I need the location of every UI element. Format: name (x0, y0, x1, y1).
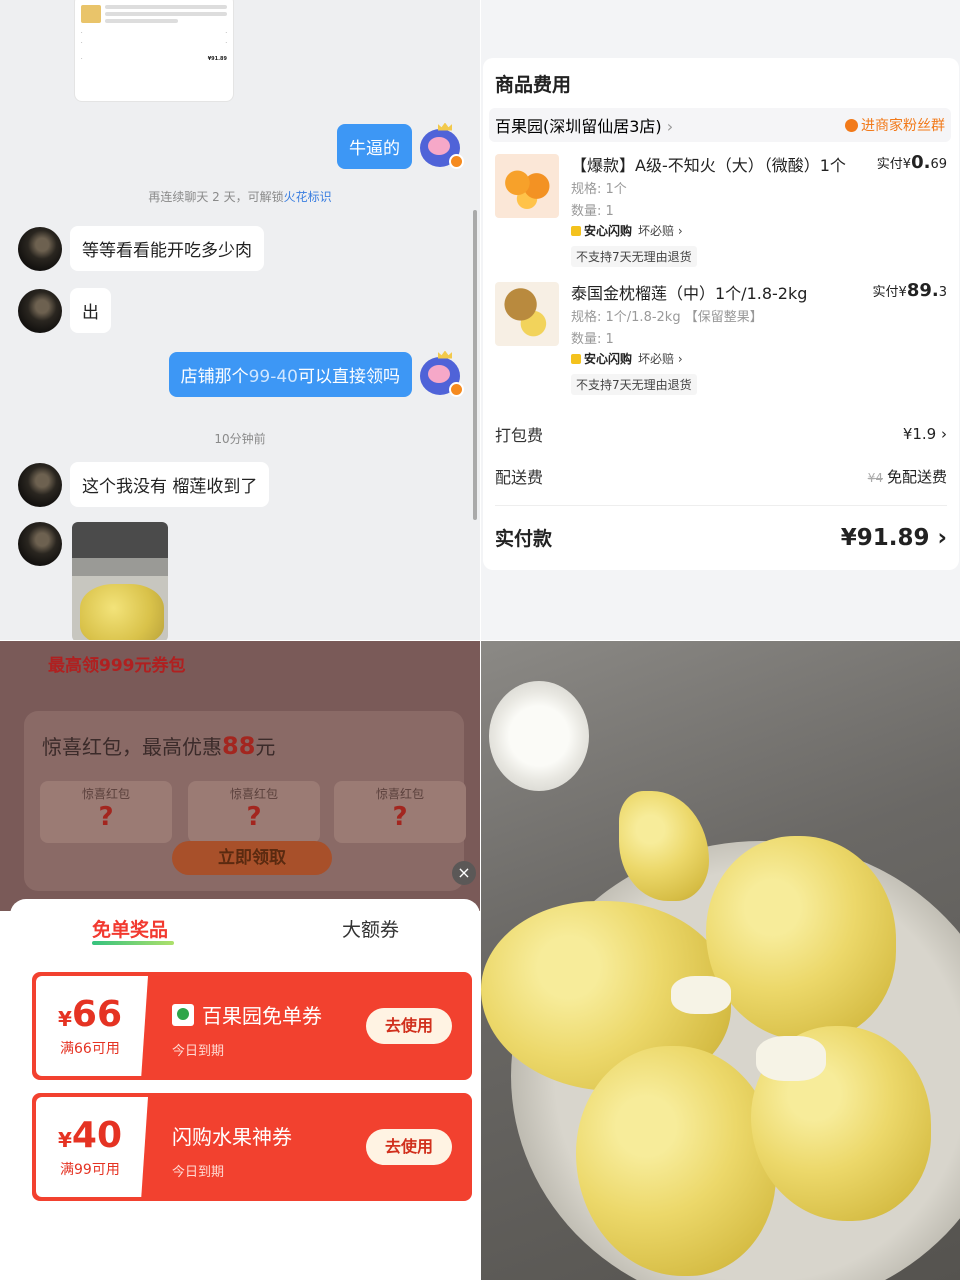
chat-message-right: 店铺那个99-40可以直接领吗 (168, 350, 464, 397)
spark-badge-link[interactable]: 火花标识 (284, 190, 332, 204)
chat-scrollbar[interactable] (473, 210, 477, 520)
divider (495, 505, 947, 506)
friend-avatar[interactable] (18, 522, 62, 566)
product-spec: 规格: 1个 (571, 182, 627, 197)
red-packet-slot[interactable]: 惊喜红包? (334, 781, 466, 843)
chat-message-left: 这个我没有 榴莲收到了 (18, 462, 270, 507)
chat-message-left: 等等看看能开吃多少肉 (18, 226, 264, 271)
section-title: 商品费用 (495, 74, 572, 96)
tab-free-prizes[interactable]: 免单奖品 (92, 915, 168, 942)
product-price: 实付¥0.69 (876, 152, 947, 173)
durian-fiber (671, 976, 731, 1014)
red-packet-title: 惊喜红包，最高优惠88元 (42, 732, 276, 760)
shield-icon (571, 225, 581, 236)
chat-image-durian[interactable] (72, 522, 168, 640)
active-tab-underline (92, 941, 174, 945)
use-coupon-button[interactable]: 去使用 (366, 1008, 452, 1044)
delivery-fee-row: 配送费 ¥4 免配送费 (495, 464, 947, 488)
packing-fee-value: ¥1.9 › (902, 425, 947, 443)
order-fee-panel: 商品费用 百果园(深圳留仙居3店) › 进商家粉丝群 【爆款】A级-不知火（大）… (481, 0, 960, 640)
chat-bubble[interactable]: 牛逼的 (337, 124, 412, 169)
product-image[interactable] (495, 282, 559, 346)
close-icon[interactable]: × (452, 861, 476, 885)
coupon-expiry: 今日到期 (172, 1165, 225, 1180)
bubble-highlight: 99-40 (248, 367, 298, 387)
product-qty: 数量: 1 (571, 332, 614, 347)
coupon-title: 百果园免单券 (172, 1000, 322, 1029)
coupon-sheet (10, 899, 480, 1280)
claim-now-button[interactable]: 立即领取 (172, 841, 332, 875)
product-price: 实付¥89.3 (872, 280, 947, 301)
coupon-condition: 满99可用 (60, 1162, 120, 1178)
delivery-fee-value: ¥4 免配送费 (867, 467, 947, 486)
durian-photo (481, 641, 960, 1280)
chat-bubble[interactable]: 这个我没有 榴莲收到了 (70, 462, 270, 507)
promo-header: 最高领999元券包 (48, 656, 186, 676)
total-row[interactable]: 实付款 ¥91.89 › (495, 524, 947, 551)
chat-panel: · · · · · ¥91.89 牛逼的 再连续聊天 2 天，可解锁火花标识 等等看看… (0, 0, 480, 640)
bubble-text: 可以直接领吗 (298, 367, 400, 387)
coupon-card[interactable]: ¥40 满99可用 闪购水果神券 今日到期 去使用 (32, 1093, 472, 1201)
total-label: 实付款 (495, 528, 553, 550)
use-coupon-button[interactable]: 去使用 (366, 1129, 452, 1165)
store-name[interactable]: 百果园(深圳留仙居3店) › (495, 113, 673, 137)
packing-fee-row[interactable]: 打包费 ¥1.9 › (495, 422, 947, 446)
system-notice-text: 再连续聊天 2 天，可解锁 (148, 190, 284, 204)
coupon-popup-panel: 最高领999元券包 惊喜红包，最高优惠88元 惊喜红包? 惊喜红包? 惊喜红包?… (0, 641, 480, 1280)
friend-avatar[interactable] (18, 226, 62, 271)
coupon-amount: ¥66 (58, 994, 123, 1035)
guarantee-badge[interactable]: 安心闪购 坏必赔 › (571, 350, 683, 367)
no-return-tag: 不支持7天无理由退货 (571, 246, 697, 267)
friend-avatar[interactable] (18, 288, 62, 333)
packing-fee-label: 打包费 (495, 426, 544, 445)
bubble-text: 店铺那个 (180, 367, 249, 387)
coupon-expiry: 今日到期 (172, 1044, 225, 1059)
tab-big-coupons[interactable]: 大额券 (342, 915, 399, 942)
order-item[interactable]: 【爆款】A级-不知火（大）（微酸）1个 实付¥0.69 规格: 1个 数量: 1… (495, 152, 947, 268)
chat-bubble[interactable]: 店铺那个99-40可以直接领吗 (168, 352, 412, 397)
my-avatar[interactable] (420, 122, 464, 169)
mini-receipt-total: ¥91.89 (207, 56, 227, 62)
guarantee-badge[interactable]: 安心闪购 坏必赔 › (571, 222, 683, 239)
total-value: ¥91.89 › (840, 524, 947, 551)
white-bowl (489, 681, 589, 791)
no-return-tag: 不支持7天无理由退货 (571, 374, 697, 395)
coupon-condition: 满66可用 (60, 1041, 120, 1057)
delivery-fee-label: 配送费 (495, 468, 544, 487)
store-bar[interactable]: 百果园(深圳留仙居3店) › 进商家粉丝群 (489, 108, 951, 142)
chat-bubble[interactable]: 出 (70, 288, 111, 333)
timestamp: 10分钟前 (214, 432, 266, 446)
product-name: 泰国金枕榴莲（中）1个/1.8-2kg (571, 284, 808, 303)
join-fan-group-link[interactable]: 进商家粉丝群 (845, 115, 945, 135)
coupon-amount: ¥40 (58, 1115, 123, 1156)
shared-receipt-image[interactable]: · · · · · ¥91.89 (74, 0, 234, 102)
product-qty: 数量: 1 (571, 204, 614, 219)
friend-avatar[interactable] (18, 462, 62, 507)
product-spec: 规格: 1个/1.8-2kg 【保留整果】 (571, 310, 763, 325)
chat-message-right: 牛逼的 (337, 122, 464, 169)
product-image[interactable] (495, 154, 559, 218)
shield-icon (571, 353, 581, 364)
product-name: 【爆款】A级-不知火（大）（微酸）1个 (571, 156, 846, 175)
system-notice: 再连续聊天 2 天，可解锁火花标识 (0, 188, 480, 205)
chat-bubble[interactable]: 等等看看能开吃多少肉 (70, 226, 264, 271)
group-icon (845, 118, 858, 132)
chevron-right-icon: › (666, 117, 674, 136)
order-item[interactable]: 泰国金枕榴莲（中）1个/1.8-2kg 实付¥89.3 规格: 1个/1.8-2… (495, 280, 947, 396)
red-packet-slot[interactable]: 惊喜红包? (188, 781, 320, 843)
my-avatar[interactable] (420, 350, 464, 397)
brand-logo-icon (172, 1003, 194, 1026)
durian-fiber (756, 1036, 826, 1081)
coupon-card[interactable]: ¥66 满66可用 百果园免单券 今日到期 去使用 (32, 972, 472, 1080)
red-packet-slot[interactable]: 惊喜红包? (40, 781, 172, 843)
coupon-title: 闪购水果神券 (172, 1125, 292, 1149)
chat-message-left: 出 (18, 288, 111, 333)
